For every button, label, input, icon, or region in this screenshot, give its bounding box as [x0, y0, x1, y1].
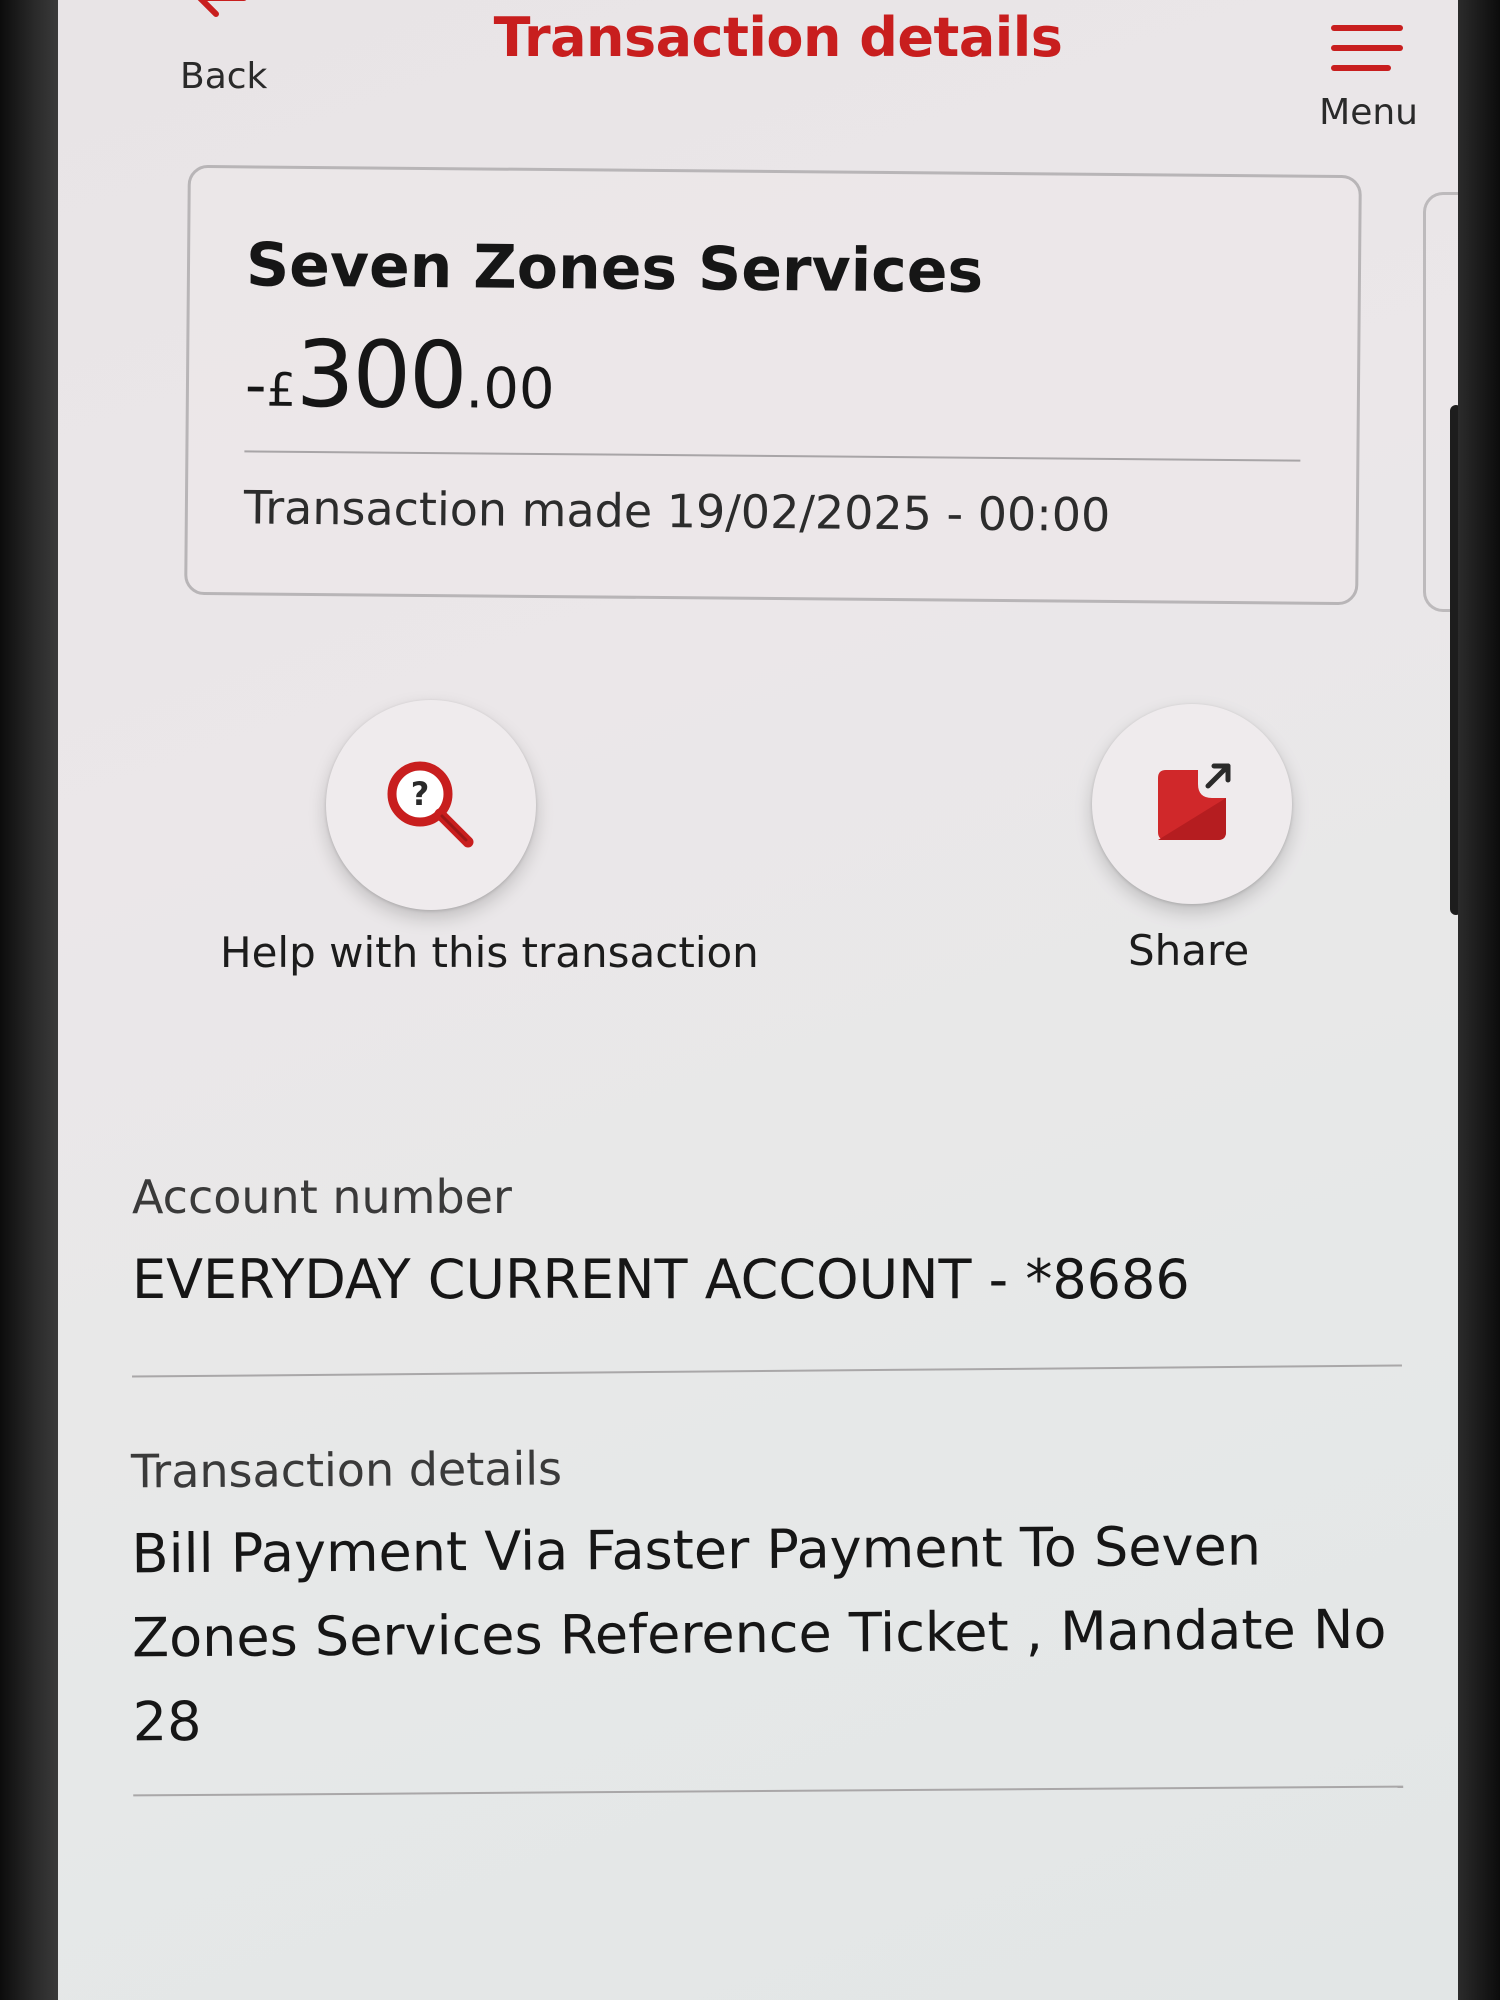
transaction-details-value: Bill Payment Via Faster Payment To Seven…	[131, 1514, 1387, 1754]
help-action-circle[interactable]: ?	[326, 700, 536, 910]
share-icon	[1158, 763, 1231, 840]
app-screen: Back Transaction details Menu Seven Zone…	[58, 0, 1458, 2000]
account-number-label: Account number	[132, 1170, 512, 1224]
field-divider	[133, 1785, 1404, 1797]
transaction-amount: -£300.00	[244, 321, 555, 429]
scrollbar[interactable]	[1450, 405, 1458, 915]
transaction-summary-card: Seven Zones Services -£300.00 Transactio…	[184, 164, 1362, 606]
card-divider	[244, 450, 1301, 462]
device-bezel-left	[0, 0, 58, 2000]
svg-text:?: ?	[411, 775, 430, 813]
share-button[interactable]: Share	[1008, 700, 1292, 1000]
device-bezel-right	[1458, 0, 1500, 2000]
page-title: Transaction details	[493, 6, 1063, 69]
menu-button[interactable]: Menu	[1318, 12, 1438, 133]
amount-currency: £	[266, 362, 297, 417]
amount-sign: -	[244, 350, 267, 421]
amount-decimal: .00	[465, 356, 555, 423]
amount-whole: 300	[295, 320, 467, 430]
help-label: Help with this transaction	[220, 928, 759, 977]
share-label: Share	[1128, 926, 1250, 975]
help-with-transaction-button[interactable]: ? Help with this transaction	[158, 700, 759, 1000]
magnifier-question-icon: ?	[387, 761, 474, 848]
transaction-details-label: Transaction details	[130, 1441, 563, 1499]
hamburger-menu-icon	[1331, 25, 1403, 71]
transaction-details-field: Transaction details Bill Payment Via Fas…	[130, 1436, 1404, 1797]
menu-label: Menu	[1319, 92, 1418, 133]
account-number-field: Account number EVERYDAY CURRENT ACCOUNT …	[132, 1170, 1402, 1378]
share-action-circle[interactable]	[1092, 704, 1292, 904]
account-number-value: EVERYDAY CURRENT ACCOUNT - *8686	[132, 1248, 1190, 1311]
transaction-date: Transaction made 19/02/2025 - 00:00	[243, 480, 1111, 542]
field-divider	[132, 1364, 1402, 1378]
payee-name: Seven Zones Services	[245, 230, 984, 307]
